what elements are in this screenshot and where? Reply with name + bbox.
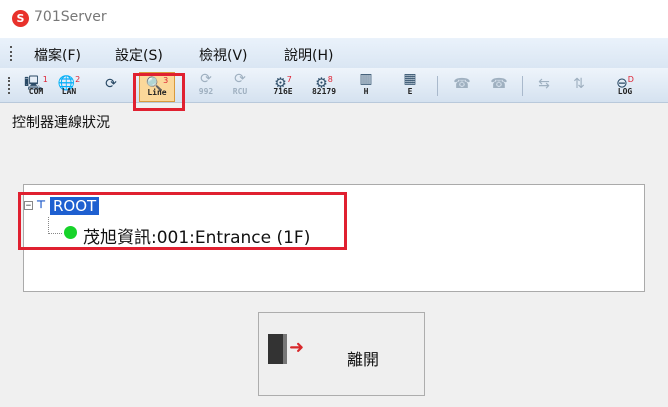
toolbar: 🖳1 COM 🌐2 LAN ⟳ 🔍3 Line ⟳ 992 ⟳ RCU ⚙7 7… xyxy=(0,68,668,103)
refresh-button[interactable]: ⟳ xyxy=(99,72,123,100)
exit-button[interactable]: ➜ 離開 xyxy=(258,312,425,396)
82179-label: 82179 xyxy=(311,87,337,96)
device-gear-icon: ⚙8 xyxy=(315,75,333,92)
phone-download-button[interactable]: ☎ xyxy=(486,72,512,100)
716e-button[interactable]: ⚙7 716E xyxy=(268,72,298,100)
title-bar: S 701Server xyxy=(0,0,668,38)
menu-file[interactable]: 檔案(F) xyxy=(34,45,81,65)
line-button-highlight xyxy=(133,73,185,111)
menu-help[interactable]: 說明(H) xyxy=(284,45,333,65)
sync-icon: ⟳ xyxy=(234,71,246,87)
toolbar-separator xyxy=(522,76,523,96)
rcu-label: RCU xyxy=(232,87,248,96)
device-gear-icon: ⚙7 xyxy=(274,75,292,92)
log-button[interactable]: ⊖D LOG xyxy=(610,72,640,100)
toolbar-separator xyxy=(437,76,438,96)
menu-view[interactable]: 檢視(V) xyxy=(199,45,248,65)
menu-bar: 檔案(F) 設定(S) 檢視(V) 說明(H) xyxy=(0,38,668,68)
com-button[interactable]: 🖳1 COM xyxy=(22,72,50,100)
rcu-button[interactable]: ⟳ RCU xyxy=(226,72,254,100)
keypad-e-icon: ▦ xyxy=(403,71,417,87)
tree-highlight xyxy=(18,192,347,250)
sync-icon: ⟳ xyxy=(200,71,212,87)
phone-button[interactable]: ☎ xyxy=(450,72,474,100)
globe-icon: 🌐2 xyxy=(57,75,81,92)
transfer-button[interactable]: ⇆ xyxy=(532,72,556,100)
exit-arrow-icon: ➜ xyxy=(289,337,305,358)
section-title: 控制器連線狀況 xyxy=(12,115,110,131)
controller-h-icon: ▥ xyxy=(359,71,373,87)
sort-button[interactable]: ⇅ xyxy=(567,72,591,100)
log-label: LOG xyxy=(617,87,633,96)
menu-settings[interactable]: 設定(S) xyxy=(115,45,163,65)
sort-arrows-icon: ⇅ xyxy=(573,76,585,92)
menu-grip xyxy=(10,46,14,61)
toolbar-grip xyxy=(8,77,12,94)
computer-icon: 🖳1 xyxy=(24,75,48,92)
h-button[interactable]: ▥ H xyxy=(353,72,379,100)
app-logo-icon: S xyxy=(12,10,29,27)
e-label: E xyxy=(407,87,413,96)
82179-button[interactable]: ⚙8 82179 xyxy=(307,72,341,100)
exit-door-icon xyxy=(268,334,287,364)
app-title: 701Server xyxy=(34,9,107,25)
lan-button[interactable]: 🌐2 LAN xyxy=(55,72,83,100)
transfer-icon: ⇆ xyxy=(538,76,550,92)
exit-button-label: 離開 xyxy=(347,350,380,369)
log-icon: ⊖D xyxy=(616,75,634,92)
phone-download-icon: ☎ xyxy=(490,76,508,92)
716e-label: 716E xyxy=(273,87,293,96)
992-label: 992 xyxy=(198,87,214,96)
h-label: H xyxy=(363,87,369,96)
phone-icon: ☎ xyxy=(453,76,471,92)
992-button[interactable]: ⟳ 992 xyxy=(192,72,220,100)
e-button[interactable]: ▦ E xyxy=(396,72,424,100)
refresh-icon: ⟳ xyxy=(105,76,117,92)
